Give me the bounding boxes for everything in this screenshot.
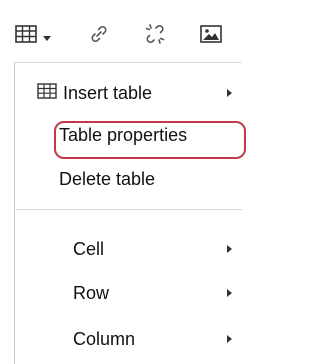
chevron-right-icon [227, 335, 232, 343]
menu-item-label: Row [73, 282, 110, 303]
menu-item-label: Table properties [59, 124, 188, 145]
chevron-right-icon [227, 245, 232, 253]
editor-toolbar [3, 14, 243, 58]
chevron-down-icon [43, 35, 51, 41]
link-button[interactable] [79, 18, 119, 54]
menu-item-column[interactable]: Column [15, 319, 242, 359]
menu-divider [16, 209, 242, 210]
chevron-right-icon [227, 289, 232, 297]
menu-item-row[interactable]: Row [15, 273, 242, 313]
menu-item-label: Column [73, 328, 136, 349]
unlink-icon [143, 22, 167, 51]
unlink-button[interactable] [135, 18, 175, 54]
table-grid-icon [37, 82, 57, 104]
menu-item-table-properties[interactable]: Table properties [15, 115, 242, 155]
image-icon [200, 24, 222, 48]
menu-item-cell[interactable]: Cell [15, 229, 242, 269]
chevron-right-icon [227, 89, 232, 97]
menu-item-label: Insert table [63, 82, 153, 103]
table-grid-icon [15, 24, 37, 48]
menu-item-insert-table[interactable]: Insert table [15, 73, 242, 113]
table-dropdown-button[interactable] [3, 18, 63, 54]
menu-item-label: Cell [73, 238, 105, 259]
clipped-top-text [0, 0, 245, 14]
editor-screenshot: Insert table Table properties Delete tab… [0, 0, 246, 364]
insert-image-button[interactable] [189, 18, 233, 54]
menu-item-label: Delete table [59, 168, 156, 189]
menu-item-delete-table[interactable]: Delete table [15, 159, 242, 199]
table-dropdown-menu: Insert table Table properties Delete tab… [14, 62, 246, 364]
link-icon [88, 23, 110, 50]
